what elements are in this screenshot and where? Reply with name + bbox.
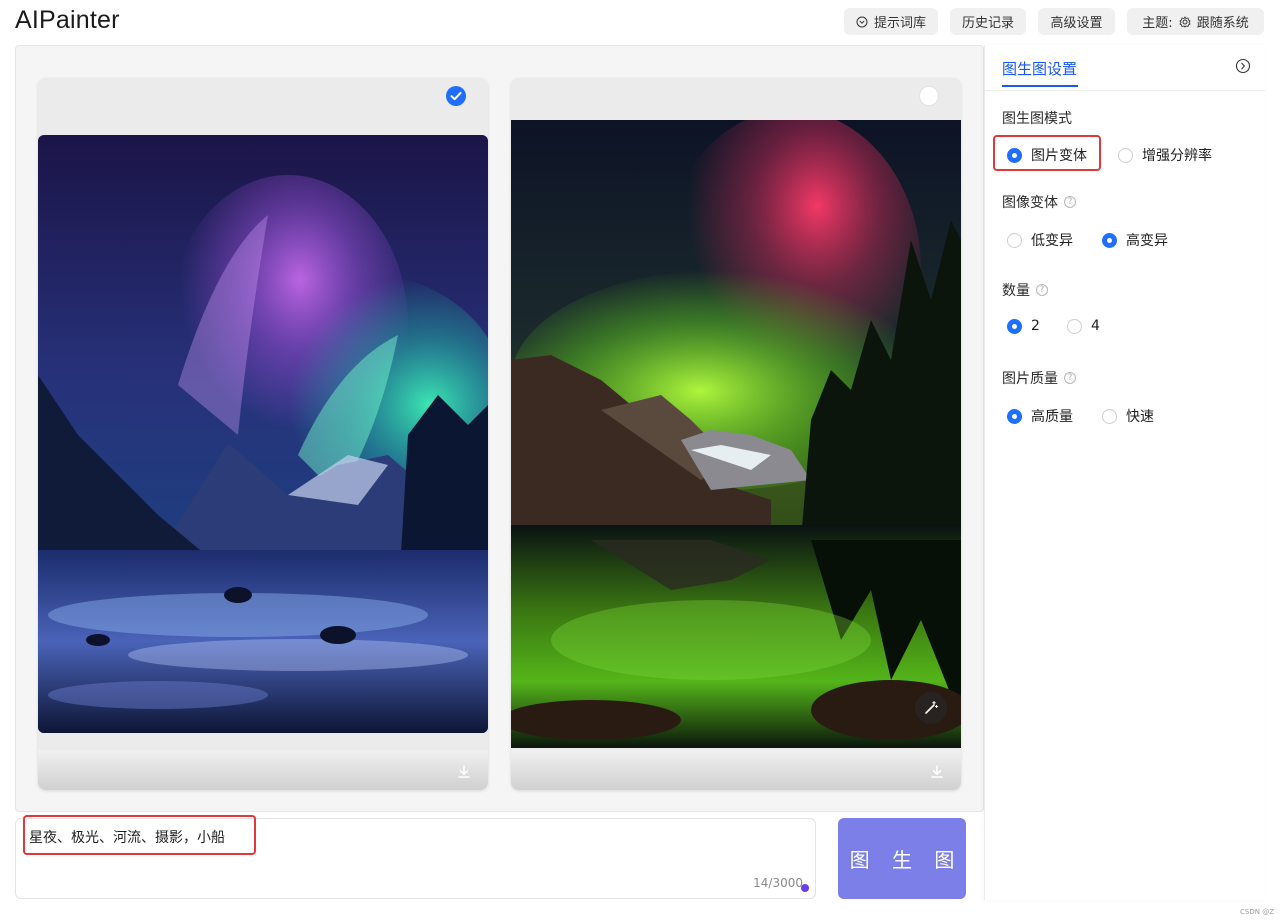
mode-title: 图生图模式 <box>1002 108 1072 128</box>
count-option-4[interactable]: 4 <box>1067 318 1100 334</box>
quality-option-label: 高质量 <box>1031 409 1073 425</box>
download-icon[interactable] <box>929 764 945 780</box>
settings-panel: 图生图设置 图生图模式 图片变体 增强分辨率 图像变体 ? 低变异 高变异 数量… <box>984 45 1265 900</box>
collapse-arrow-icon[interactable] <box>1235 58 1251 74</box>
radio-unchecked-icon[interactable] <box>1007 232 1022 248</box>
card-footer <box>511 750 961 790</box>
help-icon[interactable]: ? <box>1064 196 1076 208</box>
image-card-2[interactable] <box>511 78 961 790</box>
panel-divider <box>985 90 1265 91</box>
radio-checked-icon[interactable] <box>1102 232 1117 248</box>
mode-option-upscale[interactable]: 增强分辨率 <box>1118 145 1212 165</box>
prompt-library-button[interactable]: 提示词库 <box>844 8 938 35</box>
status-dot-icon <box>801 884 809 892</box>
history-label: 历史记录 <box>961 16 1014 31</box>
prompt-library-label: 提示词库 <box>873 16 926 31</box>
quality-option-label: 快速 <box>1126 409 1154 425</box>
mode-option-label: 增强分辨率 <box>1142 148 1212 164</box>
download-icon[interactable] <box>456 764 472 780</box>
radio-unchecked-icon[interactable] <box>1102 408 1117 424</box>
tab-img2img-settings[interactable]: 图生图设置 <box>1002 58 1077 79</box>
gear-icon <box>1179 15 1191 28</box>
count-option-label: 4 <box>1091 318 1100 334</box>
variation-title: 图像变体 ? <box>1002 192 1076 212</box>
help-icon[interactable]: ? <box>1036 284 1048 296</box>
radio-unchecked-icon[interactable] <box>1118 147 1133 163</box>
count-title-label: 数量 <box>1002 283 1030 299</box>
chevron-circle-icon <box>856 16 868 28</box>
variation-title-label: 图像变体 <box>1002 195 1058 211</box>
prompt-highlight-box <box>23 815 256 855</box>
variation-option-label: 高变异 <box>1126 233 1168 249</box>
image-card-1[interactable] <box>38 78 488 790</box>
watermark: CSDN @Z <box>1240 908 1274 916</box>
theme-value: 跟随系统 <box>1196 16 1249 31</box>
mode-option-variant[interactable]: 图片变体 <box>1007 145 1087 165</box>
quality-option-high[interactable]: 高质量 <box>1007 406 1073 426</box>
aurora-river-image[interactable] <box>38 135 488 733</box>
image-gallery <box>15 45 984 812</box>
history-button[interactable]: 历史记录 <box>950 8 1026 35</box>
card-footer <box>38 750 488 790</box>
generate-button[interactable]: 图 生 图 <box>838 818 966 899</box>
aurora-lake-image[interactable] <box>511 120 961 748</box>
advanced-settings-label: 高级设置 <box>1050 16 1103 31</box>
char-counter: 14/3000 <box>753 876 803 890</box>
radio-checked-icon[interactable] <box>1007 408 1022 424</box>
selected-check-icon[interactable] <box>446 86 466 106</box>
quality-title-label: 图片质量 <box>1002 371 1058 387</box>
radio-checked-icon[interactable] <box>1007 318 1022 334</box>
theme-label: 主题: <box>1142 16 1173 31</box>
radio-unchecked-icon[interactable] <box>1067 318 1082 334</box>
variation-option-high[interactable]: 高变异 <box>1102 230 1168 250</box>
count-option-label: 2 <box>1031 318 1040 334</box>
mode-title-label: 图生图模式 <box>1002 111 1072 127</box>
variation-option-label: 低变异 <box>1031 233 1073 249</box>
quality-title: 图片质量 ? <box>1002 368 1076 388</box>
mode-option-label: 图片变体 <box>1031 148 1087 164</box>
theme-button[interactable]: 主题: 跟随系统 <box>1127 8 1264 35</box>
count-title: 数量 ? <box>1002 280 1048 300</box>
radio-checked-icon[interactable] <box>1007 147 1022 163</box>
help-icon[interactable]: ? <box>1064 372 1076 384</box>
unselected-check-icon[interactable] <box>919 86 939 106</box>
count-option-2[interactable]: 2 <box>1007 318 1040 334</box>
tab-underline <box>1002 85 1078 87</box>
variation-option-low[interactable]: 低变异 <box>1007 230 1073 250</box>
advanced-settings-button[interactable]: 高级设置 <box>1038 8 1115 35</box>
app-title: AIPainter <box>15 6 120 34</box>
prompt-input[interactable]: 星夜、极光、河流、摄影，小船 14/3000 <box>15 815 816 899</box>
magic-wand-icon[interactable] <box>915 692 947 724</box>
quality-option-fast[interactable]: 快速 <box>1102 406 1154 426</box>
